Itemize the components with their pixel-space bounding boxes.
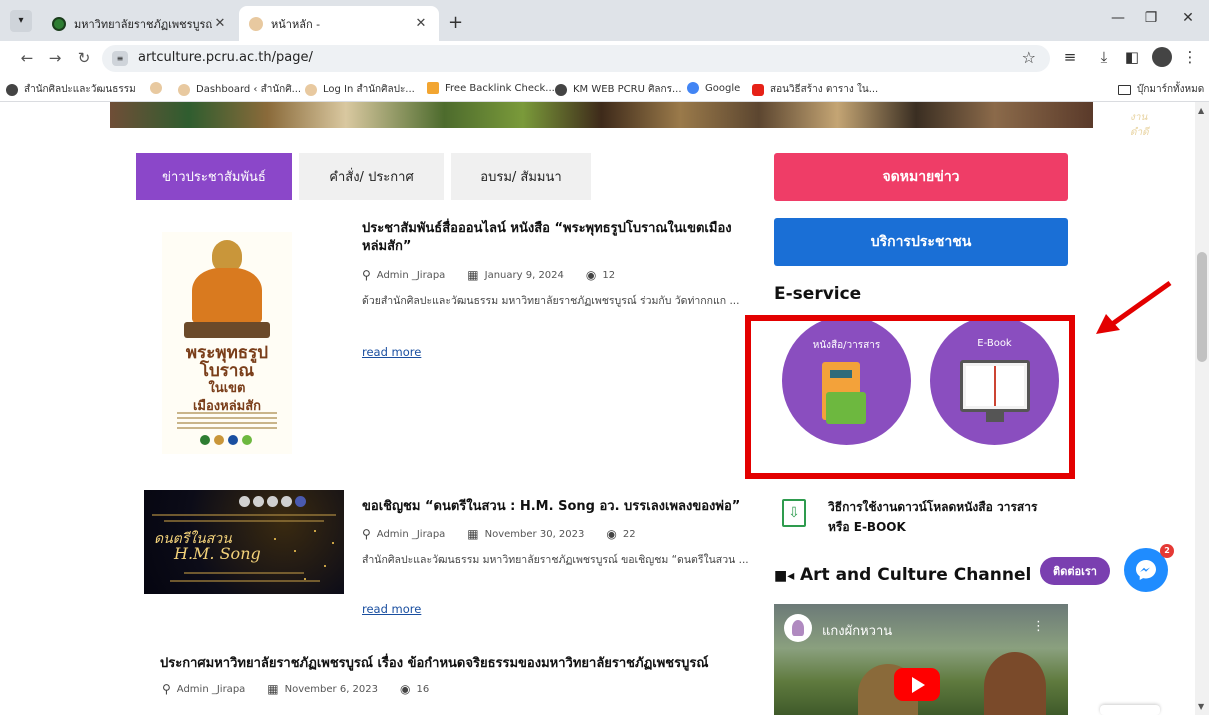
post-title[interactable]: ขอเชิญชม “ดนตรีในสวน : H.M. Song อว. บรร…	[362, 498, 752, 516]
bookmark-item[interactable]: Dashboard ‹ สำนักศิ...	[178, 82, 301, 97]
reload-icon[interactable]: ↻	[75, 49, 93, 67]
tab-search-button[interactable]: ▾	[10, 10, 32, 32]
tab-bar: ▾ มหาวิทยาลัยราชภัฏเพชรบูรณ์ ✕ หน้าหลัก …	[0, 0, 1209, 41]
post-excerpt: สำนักศิลปะและวัฒนธรรม มหาวิทยาลัยราชภัฏเ…	[362, 554, 749, 566]
bookmark-item[interactable]	[150, 82, 168, 94]
bookmark-item[interactable]: สำนักศิลปะและวัฒนธรรม	[6, 82, 136, 97]
calendar-icon: ▦	[467, 268, 479, 282]
scroll-up-icon[interactable]: ▲	[1198, 106, 1204, 115]
channel-heading: Art and Culture Channel	[800, 565, 1032, 585]
post-meta: ⚲ Admin _Jirapa ▦ November 6, 2023 ◉ 16	[162, 682, 430, 696]
post-meta: ⚲ Admin _Jirapa ▦ November 30, 2023 ◉ 22	[362, 527, 636, 541]
all-bookmarks[interactable]: บุ๊กมาร์กทั้งหมด	[1118, 82, 1204, 97]
video-camera-icon: ■◂	[774, 568, 795, 584]
side-panel-icon[interactable]: ◧	[1122, 48, 1142, 66]
newsletter-button[interactable]: จดหมายข่าว	[774, 153, 1068, 201]
thumbnail-subtitle: H.M. Song	[174, 544, 261, 563]
thumbnail-logos	[200, 435, 252, 445]
tab-title: หน้าหลัก -	[271, 17, 321, 31]
bookmark-item[interactable]: KM WEB PCRU ศิลกร...	[555, 82, 682, 97]
youtube-video-embed[interactable]: แกงผักหวาน ⋮	[774, 604, 1068, 715]
video-title[interactable]: แกงผักหวาน	[822, 620, 892, 641]
bookmark-star-icon[interactable]: ☆	[1022, 48, 1036, 67]
tab-title: มหาวิทยาลัยราชภัฏเพชรบูรณ์	[74, 17, 212, 31]
channel-logo	[784, 614, 812, 642]
tab-news[interactable]: ข่าวประชาสัมพันธ์	[136, 153, 292, 200]
address-bar[interactable]: ≡ artculture.pcru.ac.th/page/ ☆	[102, 45, 1050, 72]
scrollbar-thumb[interactable]	[1197, 252, 1207, 362]
post-title[interactable]: ประกาศมหาวิทยาลัยราชภัฏเพชรบูรณ์ เรื่อง …	[160, 655, 770, 673]
tab-pcru-university[interactable]: มหาวิทยาลัยราชภัฏเพชรบูรณ์ ✕	[42, 6, 238, 41]
close-tab-icon[interactable]: ✕	[413, 16, 429, 31]
post-meta: ⚲ Admin _Jirapa ▦ January 9, 2024 ◉ 12	[362, 268, 616, 282]
site-info-icon[interactable]: ≡	[112, 51, 128, 66]
eye-icon: ◉	[606, 527, 617, 541]
youtube-play-icon[interactable]	[894, 668, 940, 701]
calendar-icon: ▦	[267, 682, 279, 696]
author-icon: ⚲	[362, 268, 371, 282]
banner-text: งานดำดี	[1130, 112, 1149, 138]
menu-kebab-icon[interactable]: ⋮	[1180, 48, 1200, 66]
bookmark-item[interactable]: Log In สำนักศิลปะ...	[305, 82, 415, 97]
url-text: artculture.pcru.ac.th/page/	[138, 50, 313, 65]
browser-toolbar: ← → ↻ ≡ artculture.pcru.ac.th/page/ ☆ ≡ …	[0, 41, 1209, 75]
public-service-button[interactable]: บริการประชาชน	[774, 218, 1068, 266]
lotus-favicon	[249, 16, 263, 31]
post-thumbnail-concert[interactable]: ดนตรีในสวน H.M. Song	[144, 490, 344, 594]
thumbnail-title: พระพุทธรูป โบราณ ในเขต เมืองหล่มสัก	[185, 343, 269, 414]
close-window-icon[interactable]: ✕	[1178, 10, 1198, 26]
tab-training[interactable]: อบรม/ สัมมนา	[451, 153, 591, 200]
thumbnail-logos	[239, 496, 306, 507]
bookmarks-bar: สำนักศิลปะและวัฒนธรรม Dashboard ‹ สำนักศ…	[0, 75, 1209, 102]
bookmark-item[interactable]: สอนวิธีสร้าง ตาราง ใน...	[752, 82, 878, 97]
forward-icon[interactable]: →	[46, 49, 64, 67]
header-banner: งานดำดี	[110, 102, 1149, 138]
minimize-icon[interactable]: —	[1108, 10, 1128, 26]
new-tab-button[interactable]: +	[448, 12, 463, 33]
page-scrollbar[interactable]: ▲ ▼	[1195, 102, 1209, 715]
download-guide-link[interactable]: วิธีการใช้งานดาวน์โหลดหนังสือ วารสาร หรื…	[828, 497, 1048, 537]
profile-avatar[interactable]	[1152, 47, 1172, 67]
tab-orders[interactable]: คำสั่ง/ ประกาศ	[299, 153, 444, 200]
read-more-link[interactable]: read more	[362, 602, 421, 616]
floating-widget-bar	[1100, 705, 1160, 715]
download-icon[interactable]: ⤓	[1094, 48, 1114, 66]
contact-us-button[interactable]: ติดต่อเรา	[1040, 557, 1110, 585]
author-icon: ⚲	[162, 682, 171, 696]
video-menu-icon[interactable]: ⋮	[1032, 619, 1045, 634]
post-excerpt: ด้วยสำนักศิลปะและวัฒนธรรม มหาวิทยาลัยราช…	[362, 295, 740, 307]
bookmark-item[interactable]: Free Backlink Check...	[427, 82, 555, 94]
page-viewport: งานดำดี ข่าวประชาสัมพันธ์ คำสั่ง/ ประกาศ…	[0, 102, 1195, 715]
annotation-highlight-box	[745, 315, 1075, 479]
read-more-link[interactable]: read more	[362, 345, 421, 359]
post-title[interactable]: ประชาสัมพันธ์สื่อออนไลน์ หนังสือ “พระพุท…	[362, 220, 752, 256]
calendar-icon: ▦	[467, 527, 479, 541]
download-file-icon[interactable]: ⇩	[782, 499, 806, 527]
university-favicon	[52, 16, 66, 31]
annotation-arrow-icon	[1096, 280, 1172, 334]
close-tab-icon[interactable]: ✕	[212, 16, 228, 31]
scroll-down-icon[interactable]: ▼	[1198, 702, 1204, 711]
notification-badge: 2	[1160, 544, 1174, 558]
buddha-statue-body	[192, 268, 262, 324]
back-icon[interactable]: ←	[18, 49, 36, 67]
author-icon: ⚲	[362, 527, 371, 541]
tab-home[interactable]: หน้าหลัก - ✕	[239, 6, 439, 41]
restore-icon[interactable]: ❐	[1141, 10, 1161, 26]
eye-icon: ◉	[400, 682, 411, 696]
bookmark-item[interactable]: Google	[687, 82, 740, 94]
post-thumbnail-buddha-book[interactable]: พระพุทธรูป โบราณ ในเขต เมืองหล่มสัก	[162, 232, 292, 454]
eservice-heading: E-service	[774, 284, 862, 304]
thumbnail-fine-print	[177, 412, 277, 430]
reading-list-icon[interactable]: ≡	[1060, 48, 1080, 66]
buddha-statue-base	[184, 322, 270, 338]
eye-icon: ◉	[585, 268, 597, 282]
